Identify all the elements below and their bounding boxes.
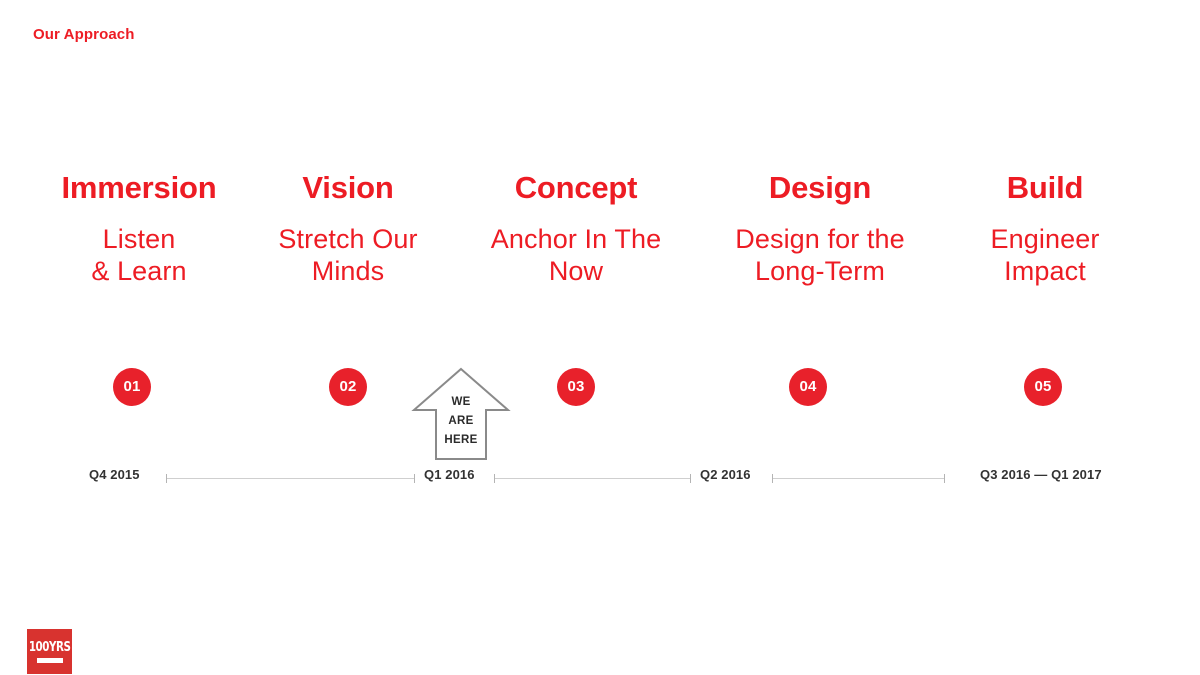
phase-number-badge: 01 <box>113 368 151 406</box>
phase-number-badge: 02 <box>329 368 367 406</box>
timeline-label: Q3 2016 — Q1 2017 <box>980 467 1102 482</box>
we-are-here-line: HERE <box>444 434 478 446</box>
logo-wordmark: 100YRS <box>28 639 71 655</box>
timeline-connector-rule <box>772 478 945 479</box>
timeline-connector-cap-right <box>414 474 415 483</box>
timeline-connector-cap-left <box>772 474 773 483</box>
timeline: Q4 2015 Q1 2016 Q2 2016 Q3 2016 — Q1 201… <box>0 466 1200 486</box>
phase-number-badge: 05 <box>1024 368 1062 406</box>
we-are-here-line: WE <box>451 396 471 408</box>
timeline-connector-cap-right <box>690 474 691 483</box>
timeline-connector <box>166 474 415 483</box>
timeline-connector <box>772 474 945 483</box>
phase-number-badge: 04 <box>789 368 827 406</box>
timeline-connector <box>494 474 691 483</box>
timeline-connector-rule <box>494 478 691 479</box>
timeline-connector-cap-right <box>944 474 945 483</box>
phase-number-badges: 01 02 03 04 05 <box>0 0 1200 675</box>
logo-100yrs: 100YRS <box>27 629 72 674</box>
timeline-connector-cap-left <box>494 474 495 483</box>
timeline-label: Q4 2015 <box>89 467 140 482</box>
we-are-here-label: WE ARE HERE <box>411 393 511 450</box>
we-are-here-line: ARE <box>448 415 474 427</box>
timeline-label: Q1 2016 <box>424 467 475 482</box>
phase-number-badge: 03 <box>557 368 595 406</box>
we-are-here-marker: WE ARE HERE <box>411 365 511 463</box>
timeline-connector-rule <box>166 478 415 479</box>
timeline-connector-cap-left <box>166 474 167 483</box>
timeline-label: Q2 2016 <box>700 467 751 482</box>
logo-underbar <box>36 657 63 663</box>
